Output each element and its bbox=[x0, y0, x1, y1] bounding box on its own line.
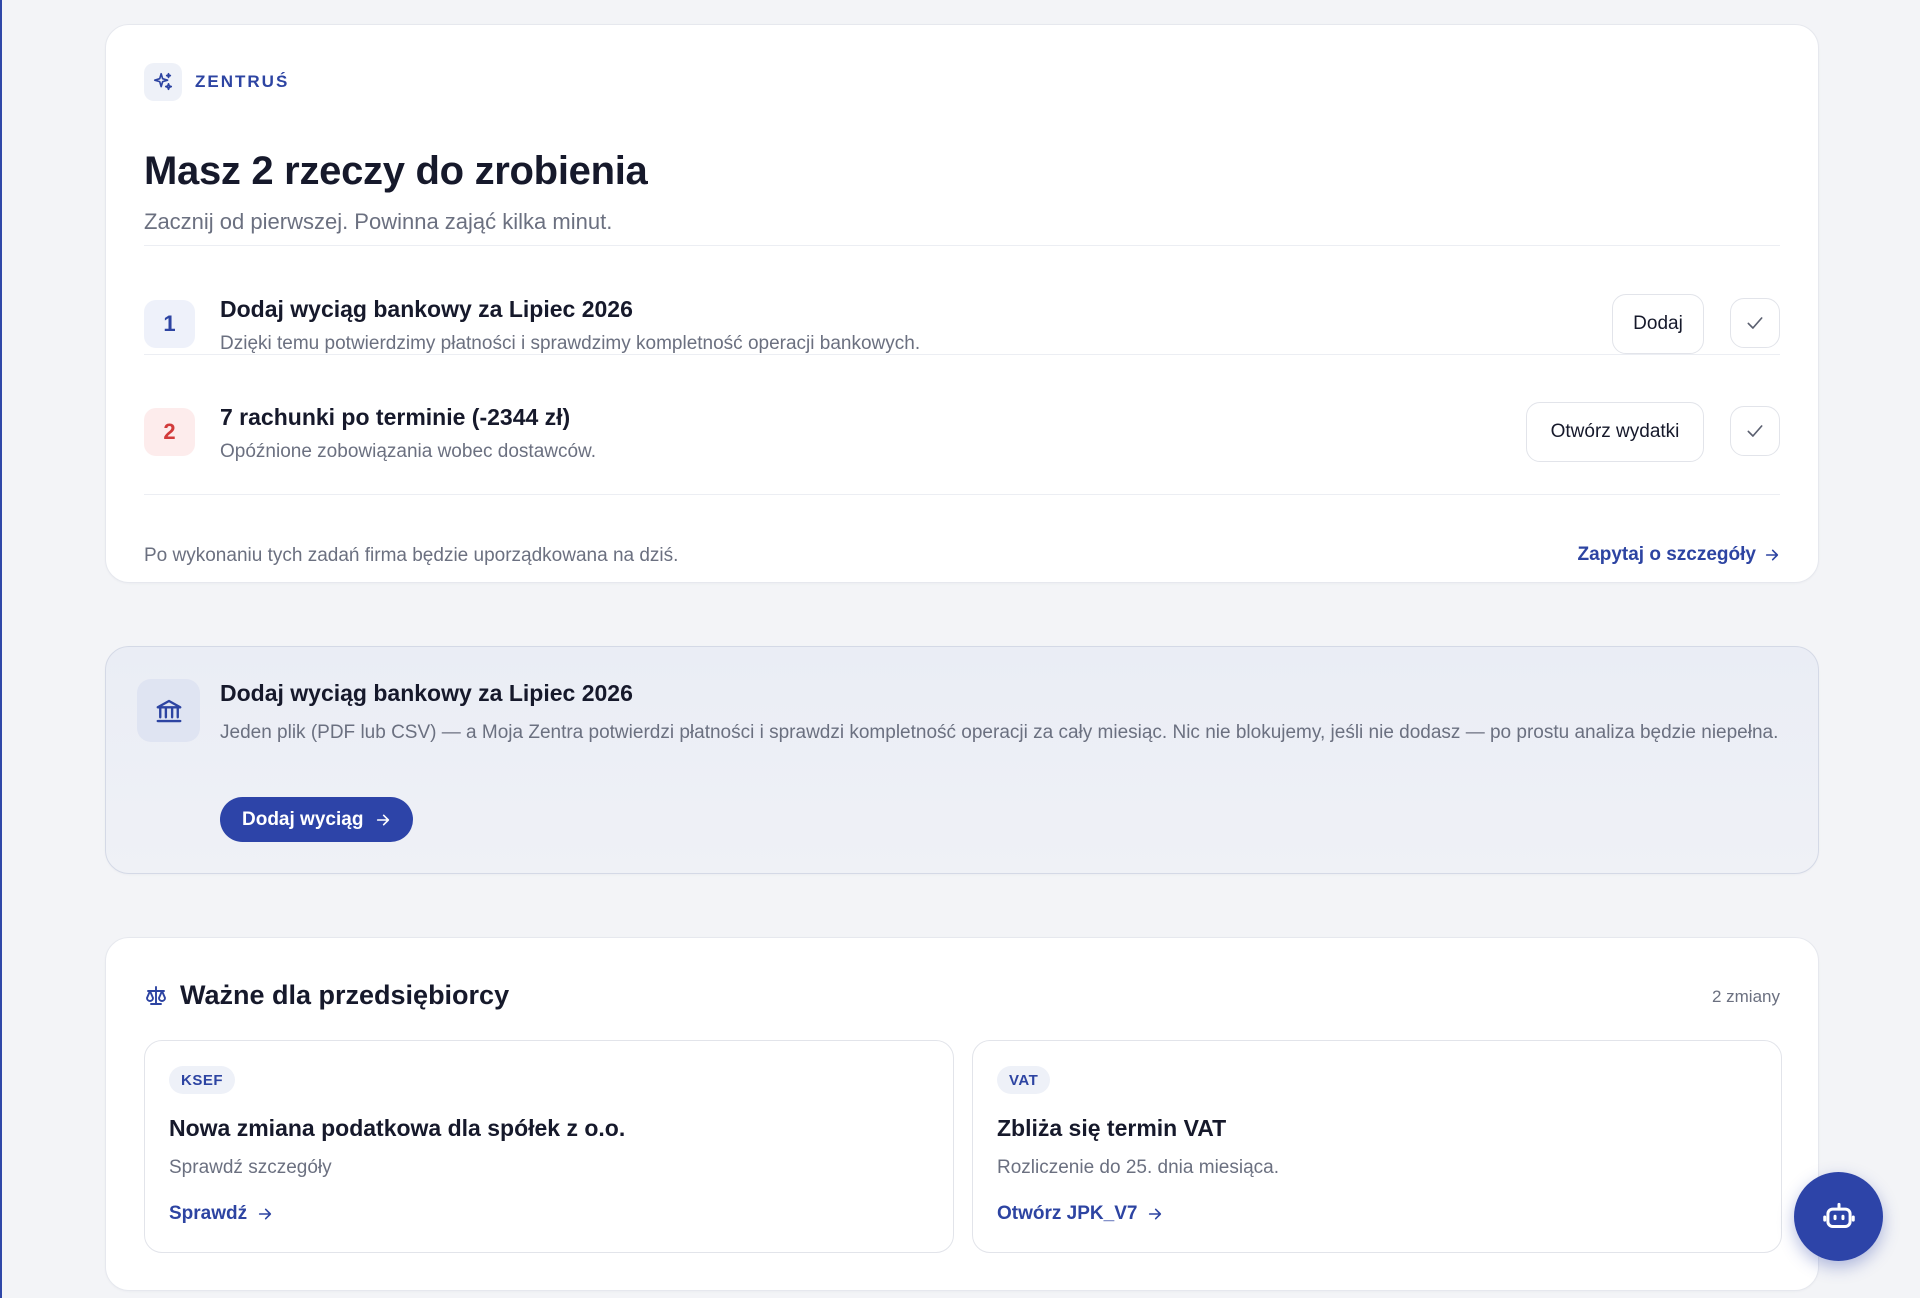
section-title: Ważne dla przedsiębiorcy bbox=[180, 980, 510, 1010]
banner-description: Jeden plik (PDF lub CSV) — a Moja Zentra… bbox=[220, 722, 1779, 743]
tag-badge: KSEF bbox=[169, 1066, 236, 1094]
brand: ZENTRUŚ bbox=[144, 63, 289, 101]
check-link-label: Sprawdź bbox=[169, 1203, 248, 1224]
page-subtitle: Zacznij od pierwszej. Powinna zająć kilk… bbox=[144, 209, 613, 234]
news-item: KSEF Nowa zmiana podatkowa dla spółek z … bbox=[144, 1040, 954, 1253]
arrow-right-icon bbox=[377, 814, 390, 825]
sparkles-icon bbox=[144, 63, 182, 101]
section-header: Ważne dla przedsiębiorcy bbox=[144, 980, 509, 1011]
task-title: Dodaj wyciąg bankowy za Lipiec 2026 bbox=[220, 296, 633, 322]
task-description: Dzięki temu potwierdzimy płatności i spr… bbox=[220, 333, 921, 354]
check-link[interactable]: Sprawdź bbox=[169, 1203, 273, 1225]
news-item: VAT Zbliża się termin VAT Rozliczenie do… bbox=[972, 1040, 1782, 1253]
check-icon bbox=[1747, 425, 1763, 437]
news-item-title: Nowa zmiana podatkowa dla spółek z o.o. bbox=[169, 1115, 626, 1141]
entrepreneur-news-card: Ważne dla przedsiębiorcy 2 zmiany KSEF N… bbox=[105, 937, 1819, 1291]
task-number: 2 bbox=[144, 408, 195, 456]
page-title: Masz 2 rzeczy do zrobienia bbox=[144, 149, 648, 193]
arrow-right-icon bbox=[1765, 549, 1779, 561]
check-icon bbox=[1747, 317, 1763, 329]
scale-icon bbox=[146, 985, 166, 1005]
divider bbox=[144, 245, 1780, 246]
news-item-title: Zbliża się termin VAT bbox=[997, 1115, 1227, 1141]
ask-details-label: Zapytaj o szczegóły bbox=[1577, 544, 1756, 565]
arrow-right-icon bbox=[258, 1208, 272, 1220]
open-expenses-button[interactable]: Otwórz wydatki bbox=[1526, 402, 1704, 462]
divider bbox=[144, 494, 1780, 495]
bank-statement-banner: Dodaj wyciąg bankowy za Lipiec 2026 Jede… bbox=[105, 646, 1819, 874]
changes-count: 2 zmiany bbox=[1711, 987, 1780, 1006]
task-row: 2 7 rachunki po terminie (-2344 zł) Opóź… bbox=[144, 378, 1780, 484]
ask-details-link[interactable]: Zapytaj o szczegóły bbox=[1578, 544, 1780, 566]
assistant-button[interactable] bbox=[1794, 1172, 1883, 1261]
task-row: 1 Dodaj wyciąg bankowy za Lipiec 2026 Dz… bbox=[144, 270, 1780, 376]
tag-badge: VAT bbox=[997, 1066, 1051, 1094]
banner-title: Dodaj wyciąg bankowy za Lipiec 2026 bbox=[220, 680, 633, 706]
task-title: 7 rachunki po terminie (-2344 zł) bbox=[220, 404, 571, 430]
open-jpk-link[interactable]: Otwórz JPK_V7 bbox=[997, 1203, 1163, 1225]
brand-name: ZENTRUŚ bbox=[195, 72, 290, 91]
bank-icon bbox=[137, 679, 200, 742]
add-statement-primary-button[interactable]: Dodaj wyciąg bbox=[220, 797, 414, 842]
news-item-description: Sprawdź szczegóły bbox=[169, 1157, 332, 1178]
todo-card: ZENTRUŚ Masz 2 rzeczy do zrobienia Zaczn… bbox=[105, 24, 1819, 583]
task-number: 1 bbox=[144, 300, 195, 348]
mark-done-button[interactable] bbox=[1730, 406, 1780, 456]
mark-done-button[interactable] bbox=[1730, 298, 1780, 348]
add-statement-button[interactable]: Dodaj bbox=[1612, 294, 1704, 354]
divider bbox=[144, 354, 1780, 355]
news-item-description: Rozliczenie do 25. dnia miesiąca. bbox=[997, 1157, 1279, 1178]
add-statement-label: Dodaj wyciąg bbox=[242, 808, 364, 830]
arrow-right-icon bbox=[1149, 1208, 1162, 1220]
robot-icon bbox=[1822, 1202, 1855, 1228]
open-jpk-label: Otwórz JPK_V7 bbox=[997, 1203, 1138, 1224]
footer-note: Po wykonaniu tych zadań firma będzie upo… bbox=[144, 545, 679, 566]
task-description: Opóźnione zobowiązania wobec dostawców. bbox=[220, 441, 597, 462]
